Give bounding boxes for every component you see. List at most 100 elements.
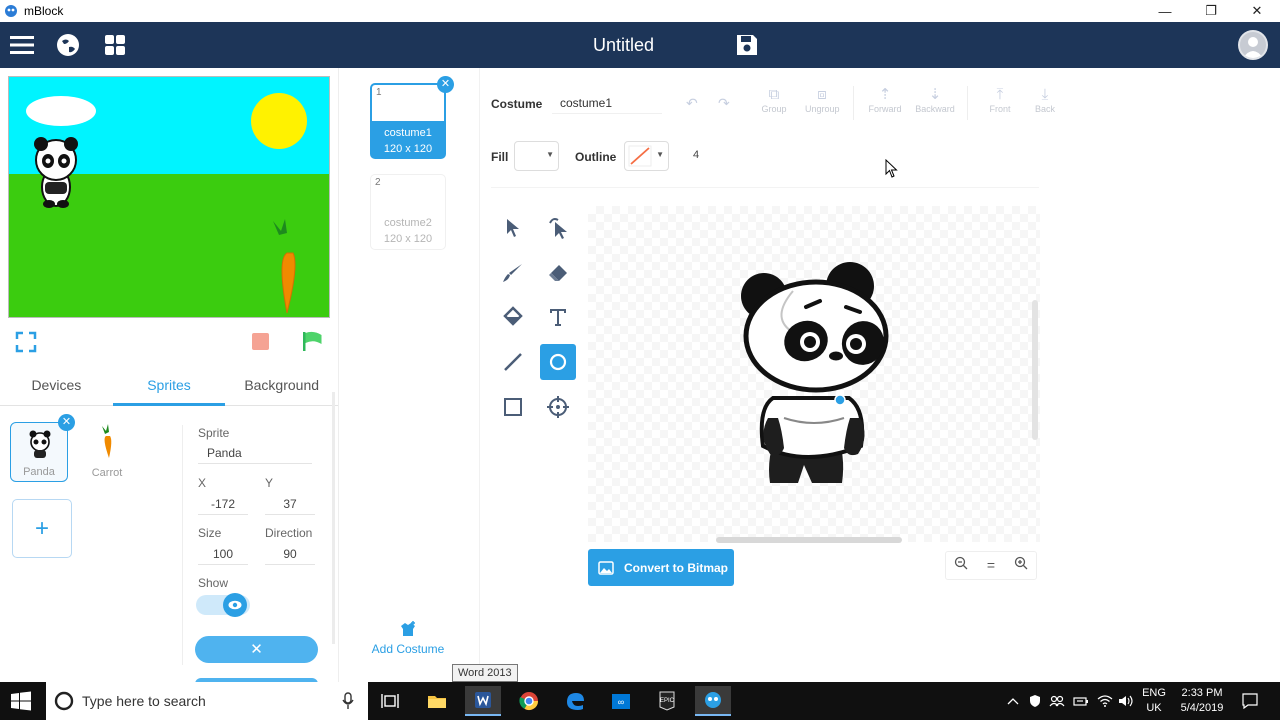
zoom-reset-button[interactable]: = [976,552,1006,579]
globe-icon[interactable] [56,33,80,57]
clock-time: 2:33 PM [1181,687,1223,699]
extensions-grid-icon[interactable] [103,33,127,57]
wifi-icon[interactable] [1095,682,1115,720]
outline-color-picker[interactable]: ▼ [624,141,669,171]
sprite-card-panda[interactable]: Panda [10,422,68,482]
delete-sprite-button[interactable]: ✕ [58,414,75,431]
project-title[interactable]: Untitled [560,35,687,56]
costume-name-input[interactable] [552,92,662,114]
center-tool[interactable] [540,389,576,425]
costume-card-2[interactable]: 2 costume2 120 x 120 [370,174,446,250]
brush-tool[interactable] [495,255,531,291]
group-button[interactable]: ⧉ Group [757,86,791,114]
epic-games-icon[interactable]: EPIC [649,686,685,716]
microphone-icon[interactable] [342,692,354,710]
reshape-tool[interactable] [540,210,576,246]
fill-swatch [519,146,543,166]
green-flag-button[interactable] [301,330,323,352]
eraser-tool[interactable] [540,255,576,291]
zoom-out-icon[interactable] [946,552,976,579]
fill-color-picker[interactable]: ▼ [514,141,559,171]
start-button[interactable] [10,691,32,711]
store-app-icon[interactable]: ∞ [603,686,639,716]
canvas-horizontal-scrollbar[interactable] [716,537,902,543]
rectangle-tool[interactable] [495,389,531,425]
power-icon[interactable] [1071,682,1091,720]
crosshair-icon [547,396,569,418]
volume-icon[interactable] [1116,682,1136,720]
taskbar-search-box[interactable]: Type here to search [46,682,368,720]
select-tool[interactable] [495,210,531,246]
costume-label: Costume [491,97,543,111]
front-button[interactable]: ⤒ Front [983,86,1017,114]
costume-card-1[interactable]: 1 costume1 120 x 120 [370,83,446,159]
stage-preview[interactable] [8,76,330,318]
stop-button[interactable] [252,333,269,350]
close-window-button[interactable]: ✕ [1234,0,1280,22]
active-tab-indicator [113,403,225,406]
people-icon[interactable] [1047,682,1067,720]
tab-devices[interactable]: Devices [0,366,113,405]
menu-icon[interactable] [10,33,34,57]
word-app-icon[interactable] [465,686,501,716]
security-shield-icon[interactable] [1026,682,1044,720]
delete-costume-button[interactable]: ✕ [437,76,454,93]
size-input[interactable] [198,543,248,565]
text-tool[interactable] [540,299,576,335]
clock[interactable]: 2:33 PM 5/4/2019 [1172,682,1232,720]
minimize-button[interactable]: — [1142,0,1188,22]
tab-sprites[interactable]: Sprites [113,366,226,405]
zoom-in-icon[interactable] [1006,552,1036,579]
back-button[interactable]: ⤓ Back [1028,86,1062,114]
sprite-panel-scrollbar[interactable] [332,392,335,644]
ungroup-icon: ⧈ [817,86,827,103]
direction-input[interactable] [265,543,315,565]
edge-icon[interactable] [557,686,593,716]
fill-tool[interactable] [495,299,531,335]
action-center-icon[interactable] [1236,682,1264,720]
circle-icon [549,353,567,371]
paint-canvas[interactable] [588,206,1040,542]
tab-background[interactable]: Background [225,366,338,405]
y-label: Y [265,476,274,490]
sprite-card-carrot[interactable]: Carrot [78,422,136,482]
close-properties-button[interactable]: ✕ [195,636,318,663]
add-costume-icon [401,621,415,636]
convert-to-bitmap-button[interactable]: Convert to Bitmap [588,549,734,586]
outline-width-value[interactable]: 4 [693,149,699,161]
group-icon: ⧉ [768,86,780,103]
x-input[interactable] [198,493,248,515]
sprite-name-input[interactable] [198,442,312,464]
svg-text:EPIC: EPIC [660,698,675,704]
line-tool[interactable] [495,344,531,380]
canvas-vertical-scrollbar[interactable] [1032,300,1038,440]
back-icon: ⤓ [1041,86,1049,103]
language-code: ENG [1142,687,1166,699]
panel-divider [338,68,339,682]
chevron-down-icon: ▼ [546,150,554,159]
user-avatar[interactable] [1238,30,1268,60]
ungroup-button[interactable]: ⧈ Ungroup [805,86,840,114]
add-costume-label: Add Costume [371,642,445,656]
restore-button[interactable]: ❐ [1188,0,1234,22]
file-explorer-icon[interactable] [419,686,455,716]
task-view-icon[interactable] [372,686,408,716]
mblock-taskbar-icon[interactable] [695,686,731,716]
save-icon[interactable] [735,33,759,57]
forward-button[interactable]: ⇡ Forward [868,86,902,114]
forward-icon: ⇡ [878,86,892,103]
show-hidden-icons-icon[interactable] [1004,682,1022,720]
backward-button[interactable]: ⇣ Backward [912,86,958,114]
chrome-icon[interactable] [511,686,547,716]
redo-icon[interactable]: ↷ [718,95,730,112]
add-sprite-button[interactable]: + [12,499,72,558]
show-toggle[interactable] [196,593,250,617]
fullscreen-icon[interactable] [15,331,37,353]
y-input[interactable] [265,493,315,515]
svg-text:∞: ∞ [618,697,624,707]
circle-tool[interactable] [540,344,576,380]
undo-icon[interactable]: ↶ [686,95,698,112]
language-indicator[interactable]: ENG UK [1138,682,1170,720]
add-costume-button[interactable]: Add Costume [366,620,450,664]
show-label: Show [198,576,229,590]
